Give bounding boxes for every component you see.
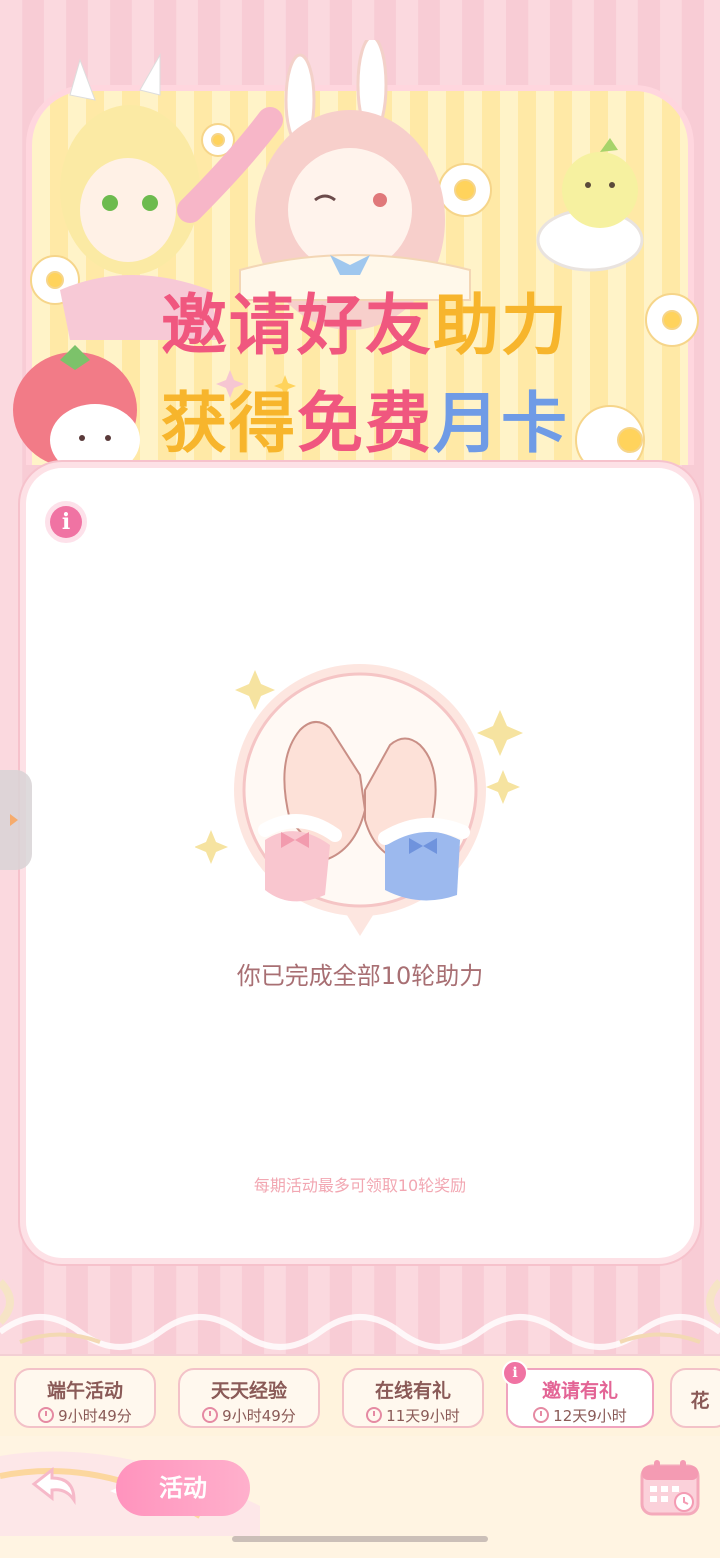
- lace-decoration: [0, 1279, 720, 1350]
- activity-tabs-bar: 端午活动 9小时49分 天天经验 9小时49分 在线有礼 11天9小时 i 邀请…: [0, 1354, 720, 1438]
- tab-label: 邀请有礼: [541, 1380, 618, 1402]
- tab-flower[interactable]: 花: [670, 1368, 720, 1428]
- tab-invite-gift[interactable]: i 邀请有礼 12天9小时: [502, 1360, 654, 1428]
- tab-online-gift[interactable]: 在线有礼 11天9小时: [342, 1368, 484, 1428]
- info-icon: i: [50, 506, 82, 538]
- tab-daily-exp[interactable]: 天天经验 9小时49分: [178, 1368, 320, 1428]
- clock-icon: [38, 1407, 55, 1423]
- tab-timer: 9小时49分: [180, 1405, 318, 1426]
- tab-dragon-boat[interactable]: 端午活动 9小时49分: [14, 1368, 156, 1428]
- title-segment: 获得: [161, 385, 297, 462]
- tab-label: 端午活动: [46, 1380, 123, 1402]
- activity-button[interactable]: 活动: [116, 1460, 250, 1516]
- banner-title-line1: 邀请好友助力: [130, 272, 600, 368]
- info-button[interactable]: i: [42, 498, 90, 546]
- chick-character: [536, 138, 644, 272]
- tab-timer: 12天9小时: [508, 1405, 652, 1426]
- clock-icon: [202, 1407, 219, 1423]
- high-five-hands-illustration: [195, 664, 523, 936]
- clock-icon: [533, 1407, 550, 1423]
- tab-timer: 9小时49分: [16, 1405, 154, 1426]
- info-badge-icon: i: [502, 1360, 528, 1386]
- title-segment: 助力: [433, 287, 569, 364]
- tab-label: 花: [690, 1390, 710, 1412]
- title-segment: 免费: [297, 385, 433, 462]
- title-segment: 邀请好友: [161, 287, 433, 364]
- reward-limit-note: 每期活动最多可领取10轮奖励: [253, 1176, 467, 1195]
- calendar-icon[interactable]: [638, 1458, 702, 1518]
- side-drawer-handle[interactable]: [0, 770, 32, 870]
- completion-message: 你已完成全部10轮助力: [236, 962, 484, 990]
- banner-title-line2: 获得免费月卡: [130, 370, 600, 466]
- tab-label: 天天经验: [210, 1380, 287, 1402]
- strawberry-mascot: [13, 345, 140, 476]
- tab-timer: 11天9小时: [344, 1405, 482, 1426]
- title-segment: 月卡: [433, 385, 569, 462]
- tab-label: 在线有礼: [374, 1380, 451, 1402]
- clock-icon: [366, 1407, 383, 1423]
- home-indicator: [232, 1536, 488, 1542]
